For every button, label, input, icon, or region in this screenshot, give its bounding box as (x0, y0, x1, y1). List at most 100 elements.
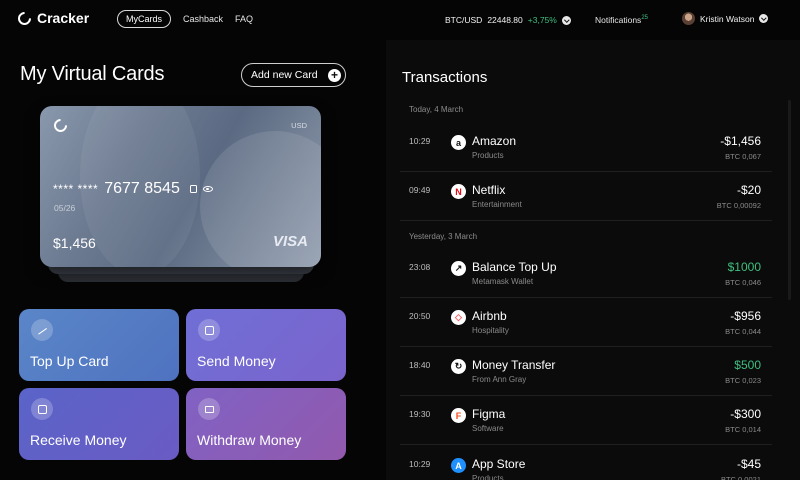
transaction-amount: -$956 (730, 309, 761, 323)
withdraw-money-label: Withdraw Money (197, 432, 302, 448)
nav-item-cashback[interactable]: Cashback (183, 14, 223, 24)
card-currency: USD (291, 121, 307, 130)
chevron-down-icon[interactable] (759, 14, 769, 23)
add-card-label: Add new Card (251, 69, 318, 81)
user-name: Kristin Watson (700, 13, 755, 24)
date-group-yesterday: Yesterday, 3 March (409, 232, 478, 241)
withdraw-icon (198, 398, 220, 420)
transaction-btc: BTC 0,014 (725, 425, 761, 434)
transaction-btc: BTC 0,0021 (720, 475, 761, 480)
card-logo-icon (51, 116, 70, 135)
ticker-pair: BTC/USD (445, 15, 483, 25)
plus-icon: + (328, 68, 341, 82)
avatar (682, 12, 695, 25)
top-up-card-label: Top Up Card (30, 353, 109, 369)
receive-icon (31, 398, 53, 420)
transaction-btc: BTC 0,044 (725, 327, 761, 336)
transaction-category: Products (472, 151, 504, 160)
send-money-button[interactable]: Send Money (186, 309, 346, 381)
transaction-name: Amazon (472, 134, 517, 148)
brand-name: Cracker (37, 10, 90, 26)
transaction-amount: -$20 (736, 183, 761, 197)
copy-icon[interactable] (189, 185, 197, 193)
transaction-time: 09:49 (409, 185, 431, 195)
transaction-row[interactable]: 18:40 ↻ Money Transfer From Ann Gray $500 BTC… (400, 348, 772, 396)
transaction-name: Money Transfer (472, 358, 556, 372)
transaction-name: Airbnb (472, 309, 507, 323)
withdraw-money-button[interactable]: Withdraw Money (186, 388, 346, 460)
notifications-count: 25 (641, 15, 648, 22)
card-number-masked: **** **** (53, 182, 99, 196)
card-balance: $1,456 (53, 235, 96, 251)
app-store-icon: A (451, 458, 466, 473)
transaction-name: Netflix (472, 183, 506, 197)
transaction-row[interactable]: 09:49 N Netflix Entertainment -$20 BTC 0,0009… (400, 173, 772, 221)
transaction-amount: $1000 (727, 260, 761, 274)
transaction-amount: -$45 (736, 457, 761, 471)
logo-mark-icon (15, 8, 34, 28)
transaction-category: Hospitality (472, 326, 509, 335)
netflix-icon: N (451, 184, 466, 199)
transaction-category: Products (472, 474, 504, 480)
nav-item-faq[interactable]: FAQ (235, 14, 253, 24)
page-title: My Virtual Cards (20, 63, 165, 85)
eye-icon[interactable] (202, 186, 213, 192)
price-ticker[interactable]: BTC/USD 22448.80 +3,75% (445, 15, 571, 25)
transaction-time: 18:40 (409, 360, 431, 370)
transaction-btc: BTC 0,00092 (716, 201, 761, 210)
transactions-scrollbar[interactable] (788, 100, 791, 300)
transaction-row[interactable]: 23:08 ↗ Balance Top Up Metamask Wallet $1000… (400, 250, 772, 298)
trend-up-icon: ↗ (451, 261, 466, 276)
card-expiry: 05/26 (54, 203, 76, 213)
notifications-link[interactable]: Notifications25 (595, 15, 648, 25)
transaction-name: App Store (472, 457, 526, 471)
transaction-btc: BTC 0,023 (725, 376, 761, 385)
send-icon (198, 319, 220, 341)
transaction-row[interactable]: 10:29 A App Store Products -$45 BTC 0,0021 (400, 447, 772, 480)
top-bar: Cracker MyCards Cashback FAQ BTC/USD 224… (0, 0, 800, 40)
transaction-row[interactable]: 10:29 a Amazon Products -$1,456 BTC 0,067 (400, 124, 772, 172)
transactions-title: Transactions (402, 69, 488, 86)
transaction-name: Figma (472, 407, 506, 421)
card-number-last: 7677 8545 (104, 180, 180, 197)
main-nav: MyCards Cashback FAQ (117, 10, 253, 28)
transaction-time: 10:29 (409, 459, 431, 469)
transaction-btc: BTC 0,067 (725, 152, 761, 161)
visa-logo: VISA (272, 233, 308, 250)
transaction-category: Metamask Wallet (472, 277, 534, 286)
transaction-row[interactable]: 19:30 F Figma Software -$300 BTC 0,014 (400, 397, 772, 445)
user-menu[interactable]: Kristin Watson (682, 12, 769, 25)
transaction-time: 19:30 (409, 409, 431, 419)
card-number: **** **** 7677 8545 (53, 180, 213, 198)
notifications-label: Notifications (595, 15, 642, 25)
chevron-down-icon[interactable] (561, 15, 571, 25)
send-money-label: Send Money (197, 353, 276, 369)
receive-money-button[interactable]: Receive Money (19, 388, 179, 460)
airbnb-icon: ◇ (451, 310, 466, 325)
transaction-name: Balance Top Up (472, 260, 557, 274)
transaction-category: Software (472, 424, 504, 433)
transaction-category: From Ann Gray (472, 375, 527, 384)
transaction-btc: BTC 0,046 (725, 278, 761, 287)
trend-up-icon (31, 319, 53, 341)
add-card-button[interactable]: Add new Card + (241, 63, 346, 87)
transaction-category: Entertainment (472, 200, 522, 209)
transaction-time: 10:29 (409, 136, 431, 146)
transaction-row[interactable]: 20:50 ◇ Airbnb Hospitality -$956 BTC 0,044 (400, 299, 772, 347)
transfer-icon: ↻ (451, 359, 466, 374)
virtual-card[interactable]: USD **** **** 7677 8545 05/26 $1,456 VIS… (40, 106, 321, 267)
ticker-change: +3,75% (527, 15, 557, 25)
transaction-amount: -$1,456 (720, 134, 761, 148)
top-up-card-button[interactable]: Top Up Card (19, 309, 179, 381)
amazon-icon: a (451, 135, 466, 150)
transaction-amount: $500 (734, 358, 761, 372)
date-group-today: Today, 4 March (409, 105, 464, 114)
transaction-time: 20:50 (409, 311, 431, 321)
nav-item-mycards[interactable]: MyCards (117, 10, 172, 28)
brand-logo[interactable]: Cracker (15, 8, 90, 28)
figma-icon: F (451, 408, 466, 423)
transaction-amount: -$300 (730, 407, 761, 421)
receive-money-label: Receive Money (30, 432, 127, 448)
transaction-time: 23:08 (409, 262, 431, 272)
ticker-price: 22448.80 (487, 15, 523, 25)
